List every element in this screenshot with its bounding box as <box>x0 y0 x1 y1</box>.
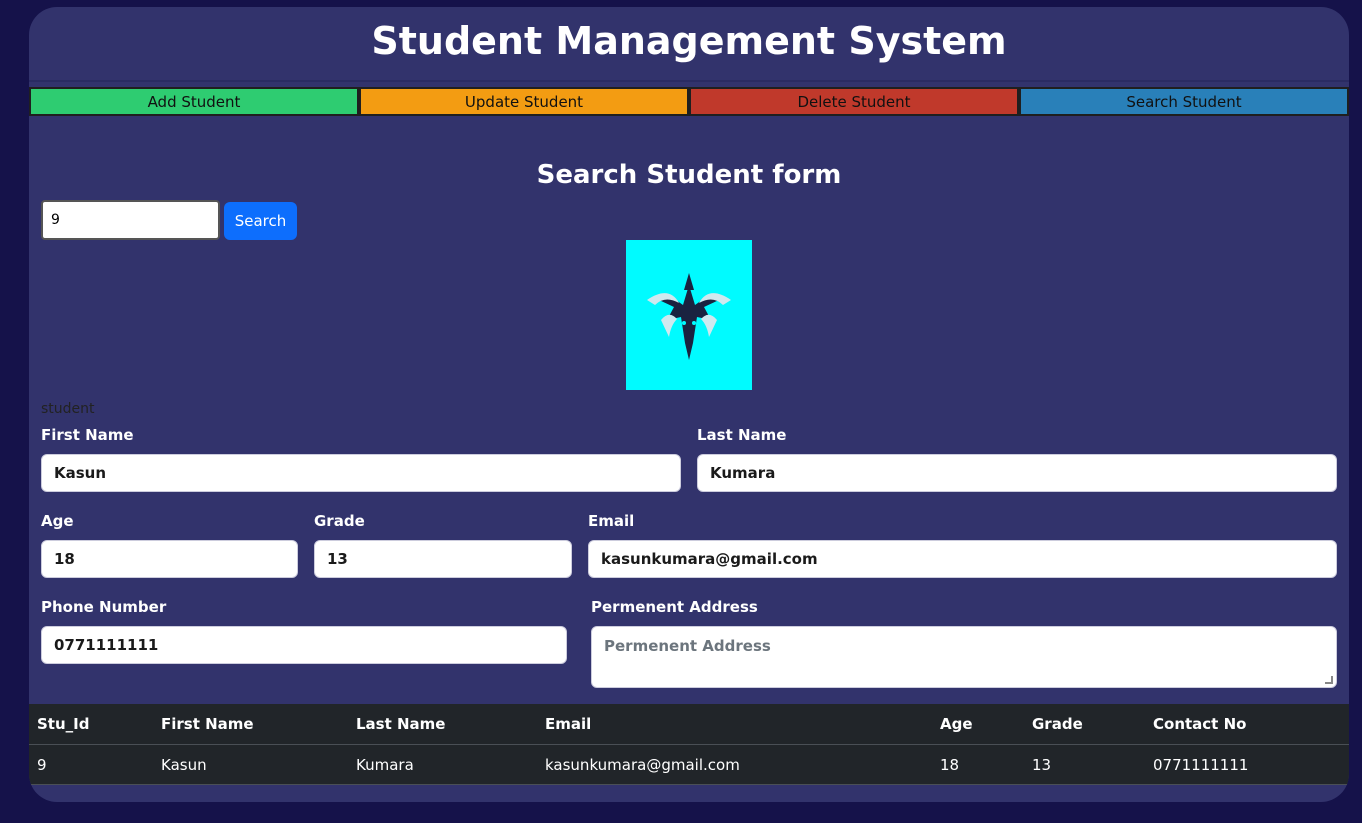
student-photo <box>626 240 752 390</box>
header-email: Email <box>545 715 592 733</box>
table-header-row: Stu_Id First Name Last Name Email Age Gr… <box>29 704 1349 745</box>
search-input[interactable] <box>41 200 220 240</box>
last-name-label: Last Name <box>697 426 787 444</box>
header-grade: Grade <box>1032 715 1083 733</box>
age-label: Age <box>41 512 74 530</box>
address-label: Permenent Address <box>591 598 758 616</box>
address-placeholder: Permenent Address <box>604 637 771 655</box>
header-contact-no: Contact No <box>1153 715 1247 733</box>
nav-divider <box>29 80 1349 82</box>
form-title: Search Student form <box>536 160 842 190</box>
address-textarea[interactable]: Permenent Address <box>591 626 1337 688</box>
table-row[interactable]: 9 Kasun Kumara kasunkumara@gmail.com 18 … <box>29 745 1349 785</box>
cell-first-name: Kasun <box>161 756 207 774</box>
email-label: Email <box>588 512 635 530</box>
first-name-field[interactable]: Kasun <box>41 454 681 492</box>
age-field[interactable]: 18 <box>41 540 298 578</box>
cell-grade: 13 <box>1032 756 1052 774</box>
first-name-label: First Name <box>41 426 134 444</box>
photo-alt-text: student <box>41 401 95 417</box>
main-card: Student Management System Add Student Up… <box>29 7 1349 802</box>
cell-contact-no: 0771111111 <box>1153 756 1249 774</box>
dragon-logo-icon <box>647 273 731 360</box>
cell-email: kasunkumara@gmail.com <box>545 756 740 774</box>
email-field[interactable]: kasunkumara@gmail.com <box>588 540 1337 578</box>
search-button[interactable]: Search <box>224 202 297 240</box>
students-table: Stu_Id First Name Last Name Email Age Gr… <box>29 704 1349 785</box>
search-student-button[interactable]: Search Student <box>1019 87 1349 116</box>
add-student-button[interactable]: Add Student <box>29 87 359 116</box>
phone-label: Phone Number <box>41 598 167 616</box>
delete-student-button[interactable]: Delete Student <box>689 87 1019 116</box>
grade-field[interactable]: 13 <box>314 540 572 578</box>
header-last-name: Last Name <box>356 715 446 733</box>
phone-field[interactable]: 0771111111 <box>41 626 567 664</box>
header-age: Age <box>940 715 973 733</box>
update-student-button[interactable]: Update Student <box>359 87 689 116</box>
page-title: Student Management System <box>371 19 1007 63</box>
header-stu-id: Stu_Id <box>37 715 90 733</box>
cell-stu-id: 9 <box>37 756 47 774</box>
grade-label: Grade <box>314 512 365 530</box>
cell-age: 18 <box>940 756 960 774</box>
cell-last-name: Kumara <box>356 756 414 774</box>
last-name-field[interactable]: Kumara <box>697 454 1337 492</box>
header-first-name: First Name <box>161 715 254 733</box>
resize-handle-icon[interactable] <box>1325 676 1333 684</box>
